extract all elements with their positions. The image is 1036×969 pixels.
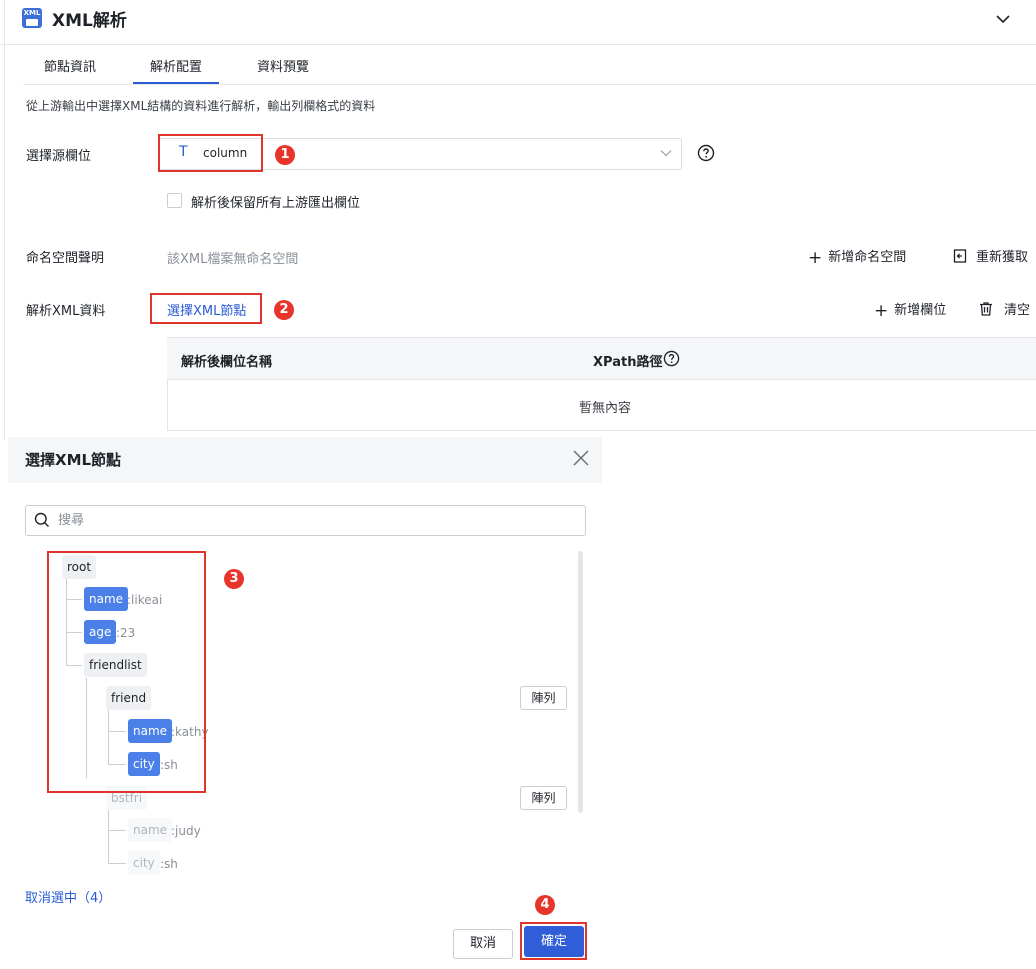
add-namespace-button[interactable]: + 新增命名空間 [808, 246, 906, 268]
parse-xml-label: 解析XML資料 [26, 304, 106, 319]
deselect-all-link[interactable]: 取消選中（4） [25, 887, 111, 906]
annotation-box [150, 293, 262, 324]
node-title: XML解析 [52, 11, 127, 31]
add-namespace-label: 新增命名空間 [828, 250, 907, 265]
plus-icon: + [808, 248, 823, 268]
clear-label: 清空 [1004, 303, 1031, 318]
step-badge: 3 [224, 569, 244, 589]
namespace-value: 該XML檔案無命名空間 [167, 252, 299, 267]
trash-icon [980, 302, 992, 316]
array-button[interactable]: 陣列 [520, 686, 567, 710]
tab-parse-config[interactable]: 解析配置 [150, 56, 202, 84]
help-icon[interactable] [697, 144, 715, 162]
panel-left-border [4, 0, 5, 440]
column-header-xpath: XPath路徑 [593, 355, 663, 370]
close-icon[interactable] [572, 449, 590, 467]
array-button[interactable]: 陣列 [520, 786, 567, 810]
plus-icon: + [874, 301, 889, 321]
chevron-down-icon[interactable] [994, 10, 1012, 28]
annotation-box [520, 922, 587, 960]
description-text: 從上游輸出中選擇XML結構的資料進行解析，輸出列欄格式的資料 [26, 99, 376, 113]
node-header [0, 0, 1036, 45]
chevron-down-icon[interactable] [659, 146, 673, 160]
namespace-label: 命名空間聲明 [26, 251, 105, 266]
step-badge: 2 [274, 300, 294, 320]
annotation-box [158, 134, 263, 172]
add-field-button[interactable]: + 新增欄位 [874, 299, 946, 321]
search-input[interactable] [56, 507, 580, 534]
refresh-fetch-button[interactable]: 重新獲取 [952, 246, 1028, 265]
table-empty-text: 暫無內容 [579, 401, 632, 416]
tree-connector [108, 863, 126, 864]
tab-node-info[interactable]: 節點資訊 [44, 56, 96, 84]
tree-node-name[interactable]: name [128, 818, 173, 842]
tree-scrollbar[interactable] [578, 551, 583, 813]
dialog-title: 選擇XML節點 [25, 451, 122, 469]
tree-node-value: :sh [160, 857, 178, 871]
tabs-divider [23, 84, 1036, 85]
active-tab-indicator [133, 82, 219, 84]
step-badge: 4 [535, 895, 555, 915]
tree-node-city[interactable]: city [128, 851, 160, 875]
tab-data-preview[interactable]: 資料預覽 [257, 56, 309, 84]
annotation-box [47, 551, 206, 793]
column-header-field-name: 解析後欄位名稱 [181, 355, 273, 370]
tree-node-value: :judy [171, 824, 201, 838]
cancel-button[interactable]: 取消 [453, 929, 513, 959]
source-field-label: 選擇源欄位 [26, 149, 92, 164]
tree-connector [108, 830, 126, 831]
keep-upstream-checkbox[interactable] [167, 193, 182, 208]
refresh-fetch-label: 重新獲取 [976, 250, 1029, 265]
add-field-label: 新增欄位 [894, 303, 947, 318]
xml-icon-label: XML [23, 9, 41, 17]
clear-button[interactable]: 清空 [978, 299, 1030, 318]
help-icon[interactable] [663, 350, 680, 367]
refresh-icon [953, 249, 967, 263]
step-badge: 1 [275, 145, 295, 165]
tree-connector [108, 810, 109, 864]
search-icon [34, 512, 49, 527]
xml-node-icon: XML [22, 8, 42, 28]
keep-upstream-label: 解析後保留所有上游匯出欄位 [191, 196, 361, 211]
